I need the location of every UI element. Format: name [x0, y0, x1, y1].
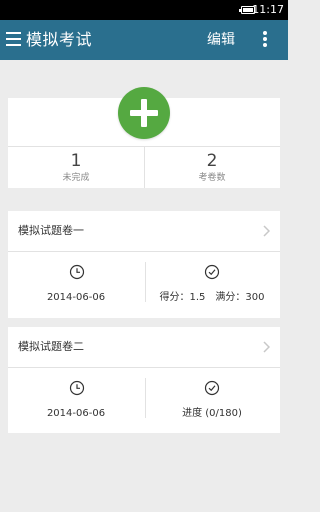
add-exam-button[interactable] [118, 87, 170, 139]
paper-card-header[interactable]: 模拟试题卷一 [8, 211, 280, 251]
add-icon [130, 99, 158, 127]
check-circle-icon [204, 380, 220, 396]
clock-icon [69, 380, 85, 396]
chevron-right-icon [263, 225, 270, 237]
paper-card-header[interactable]: 模拟试题卷二 [8, 327, 280, 367]
divider [8, 367, 280, 368]
paper-card: 模拟试题卷二 2014-06-06 进度 (0/180) [8, 327, 280, 433]
edit-button[interactable]: 编辑 [207, 30, 235, 50]
chevron-right-icon [263, 341, 270, 353]
paper-result: 得分：1.5 满分：300 [159, 292, 265, 303]
paper-progress: 进度 (0/180) [182, 408, 242, 419]
page-title: 模拟考试 [26, 30, 93, 49]
divider [8, 251, 280, 252]
papers-label: 考卷数 [198, 173, 226, 183]
clock-icon [69, 264, 85, 280]
paper-title: 模拟试题卷一 [18, 224, 84, 237]
status-time: 11:17 [252, 3, 284, 16]
check-circle-icon [204, 264, 220, 280]
overflow-menu-icon[interactable] [261, 31, 269, 49]
papers-count: 2 [206, 151, 218, 171]
paper-date: 2014-06-06 [46, 408, 106, 419]
app-bar: 模拟考试 编辑 [0, 20, 288, 60]
menu-icon[interactable] [6, 32, 21, 48]
paper-title: 模拟试题卷二 [18, 340, 84, 353]
incomplete-stat[interactable]: 1 未完成 [8, 147, 144, 188]
incomplete-count: 1 [70, 151, 82, 171]
incomplete-label: 未完成 [62, 173, 90, 183]
paper-date: 2014-06-06 [46, 292, 106, 303]
paper-card: 模拟试题卷一 2014-06-06 得分：1.5 满分：300 [8, 211, 280, 318]
status-bar: 11:17 [0, 0, 288, 20]
papers-stat[interactable]: 2 考卷数 [144, 147, 280, 188]
